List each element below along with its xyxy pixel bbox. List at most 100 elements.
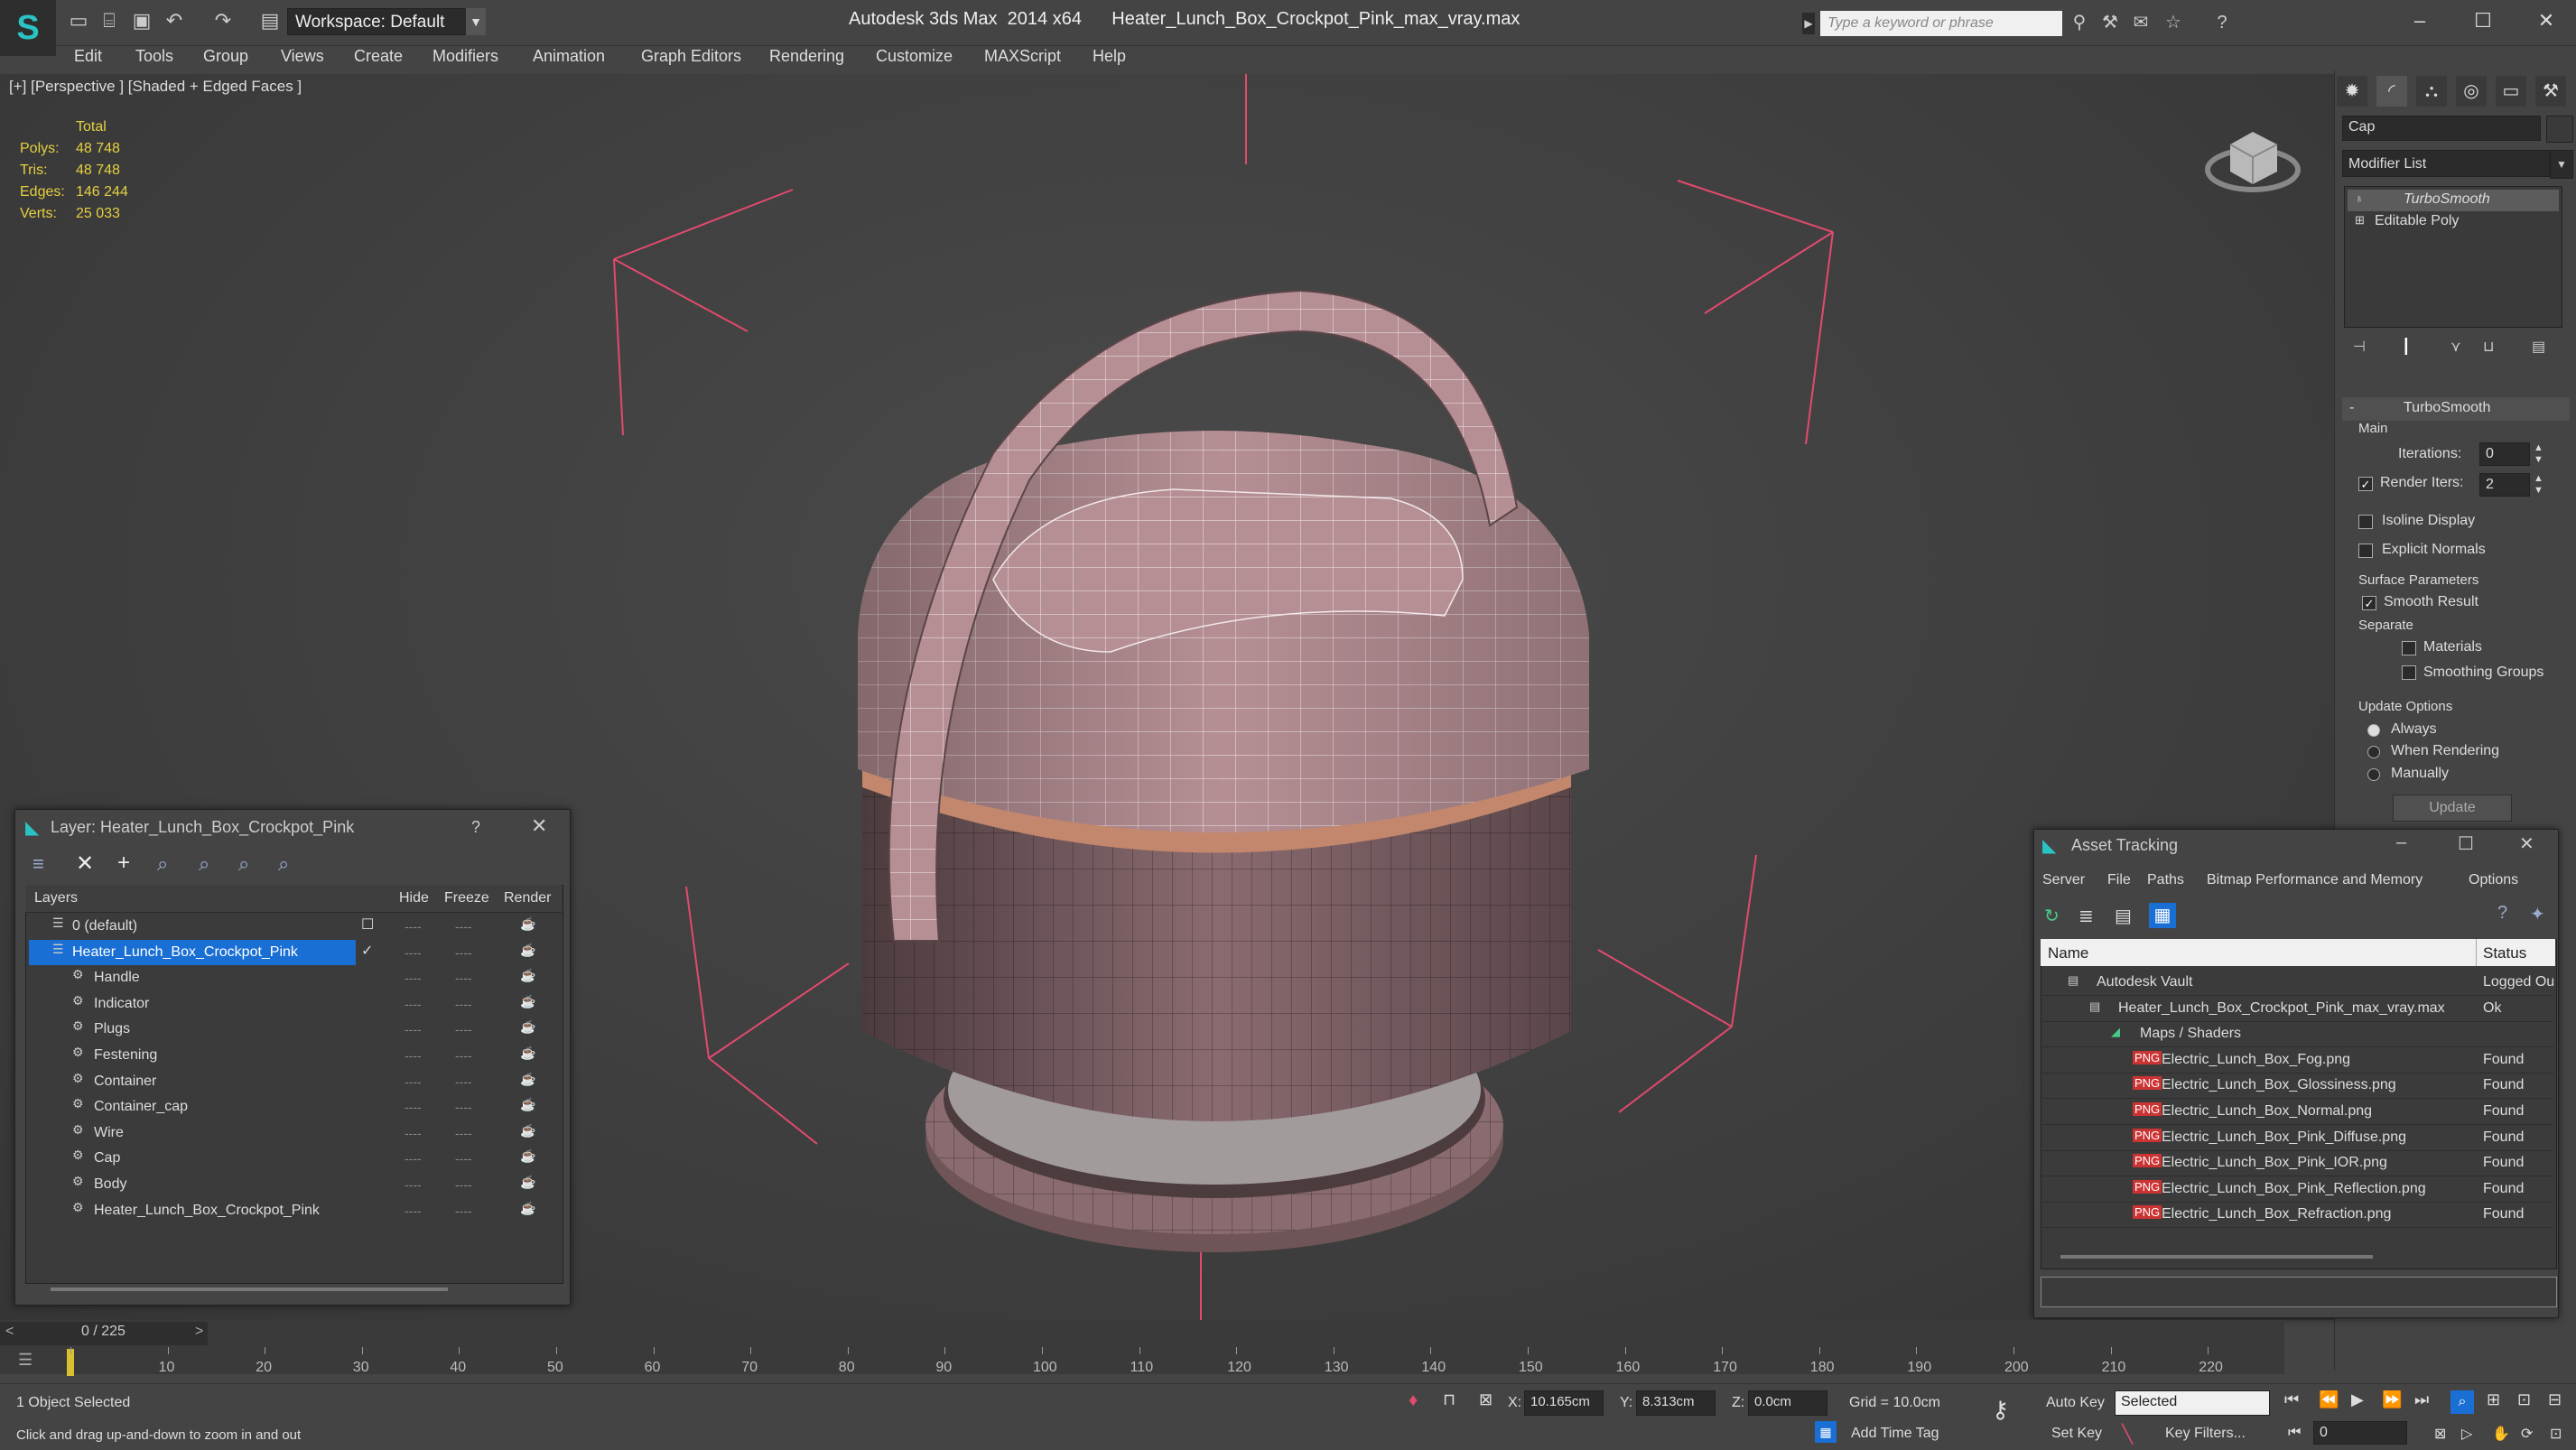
modifier-list-arrow-icon[interactable]: ▼ bbox=[2550, 150, 2573, 179]
auto-key-button[interactable]: Auto Key bbox=[2046, 1395, 2105, 1411]
search-expand-icon[interactable]: ▶ bbox=[1802, 13, 1815, 34]
freeze-toggle[interactable]: ---- bbox=[455, 1151, 472, 1166]
z-coordinate-field[interactable]: 0.0cm bbox=[1748, 1390, 1827, 1416]
manually-radio[interactable] bbox=[2367, 768, 2380, 781]
freeze-toggle[interactable]: ---- bbox=[455, 971, 472, 985]
render-teapot-icon[interactable]: ☕ bbox=[520, 1148, 535, 1164]
asset-menu-server[interactable]: Server bbox=[2042, 872, 2085, 888]
hide-toggle[interactable]: ---- bbox=[405, 1177, 422, 1192]
communication-icon[interactable]: ✉ bbox=[2127, 9, 2154, 36]
time-tag-icon[interactable]: ▦ bbox=[1815, 1421, 1837, 1443]
iterations-spinner[interactable]: 0 bbox=[2479, 442, 2530, 466]
save-icon[interactable]: ▣ bbox=[128, 7, 155, 34]
set-key-button[interactable]: Set Key bbox=[2051, 1426, 2102, 1442]
search-input[interactable]: Type a keyword or phrase bbox=[1820, 11, 2062, 36]
freeze-toggle[interactable]: ---- bbox=[455, 1204, 472, 1218]
menu-edit[interactable]: Edit bbox=[74, 47, 102, 66]
hierarchy-tab-icon[interactable]: ⛬ bbox=[2416, 76, 2447, 107]
render-teapot-icon[interactable]: ☕ bbox=[520, 1123, 535, 1139]
next-frame-icon[interactable]: ⏩ bbox=[2382, 1390, 2402, 1409]
menu-animation[interactable]: Animation bbox=[533, 47, 605, 66]
isolate-selection-icon[interactable]: ♦ bbox=[1409, 1390, 1418, 1411]
close-window-icon[interactable]: ✕ bbox=[2528, 5, 2564, 36]
current-frame-field[interactable]: 0 bbox=[2313, 1421, 2407, 1445]
go-to-end-icon[interactable]: ⏭ bbox=[2414, 1390, 2429, 1409]
asset-scrollbar[interactable] bbox=[2060, 1255, 2373, 1259]
x-coordinate-field[interactable]: 10.165cm bbox=[1524, 1390, 1604, 1416]
minimize-icon[interactable]: – bbox=[2402, 5, 2438, 36]
freeze-toggle[interactable]: ---- bbox=[455, 1022, 472, 1036]
iterations-spinner-arrows-icon[interactable]: ▲ ▼ bbox=[2534, 442, 2543, 466]
show-end-result-icon[interactable]: ┃ bbox=[2402, 338, 2411, 356]
selection-lock-icon[interactable]: ⊓ bbox=[1443, 1390, 1455, 1409]
configure-sets-icon[interactable]: ▤ bbox=[2532, 338, 2545, 356]
rollout-collapse-icon[interactable]: - bbox=[2349, 400, 2354, 416]
lightbulb-icon[interactable]: ♁ bbox=[2355, 191, 2364, 205]
hide-all-icon[interactable]: ⌕ bbox=[238, 852, 249, 876]
project-folder-icon[interactable]: ▤ bbox=[256, 7, 284, 34]
materials-checkbox[interactable] bbox=[2402, 641, 2416, 655]
remove-modifier-icon[interactable]: ⊔ bbox=[2483, 338, 2494, 356]
pin-stack-icon[interactable]: ⊣ bbox=[2353, 338, 2366, 356]
curve-editor-icon[interactable]: ☰ bbox=[18, 1351, 33, 1370]
smooth-result-checkbox[interactable]: ✓ bbox=[2362, 596, 2376, 610]
asset-col-name[interactable]: Name bbox=[2048, 944, 2088, 962]
freeze-toggle[interactable]: ---- bbox=[455, 1074, 472, 1089]
freeze-toggle[interactable]: ---- bbox=[455, 1177, 472, 1192]
col-layers[interactable]: Layers bbox=[34, 890, 78, 906]
object-name-field[interactable]: Cap bbox=[2342, 116, 2541, 141]
add-time-tag[interactable]: Add Time Tag bbox=[1851, 1426, 1939, 1442]
y-coordinate-field[interactable]: 8.313cm bbox=[1636, 1390, 1716, 1416]
time-slider-next-icon[interactable]: > bbox=[195, 1324, 203, 1340]
menu-create[interactable]: Create bbox=[354, 47, 403, 66]
set-key-mode-icon[interactable]: ⚷ bbox=[1992, 1396, 2009, 1424]
key-selection-dropdown[interactable]: Selected bbox=[2115, 1390, 2270, 1416]
smoothing-groups-checkbox[interactable] bbox=[2402, 665, 2416, 680]
stack-item-editable-poly[interactable]: Editable Poly bbox=[2375, 213, 2459, 229]
add-to-layer-icon[interactable]: + bbox=[117, 850, 130, 876]
menu-views[interactable]: Views bbox=[281, 47, 324, 66]
render-teapot-icon[interactable]: ☕ bbox=[520, 1019, 535, 1035]
asset-menu-file[interactable]: File bbox=[2107, 872, 2131, 888]
hide-toggle[interactable]: ---- bbox=[405, 1151, 422, 1166]
key-filters-button[interactable]: Key Filters... bbox=[2165, 1426, 2246, 1442]
orbit-icon[interactable]: ⟳ bbox=[2521, 1425, 2533, 1443]
render-teapot-icon[interactable]: ☕ bbox=[520, 1072, 535, 1087]
help-icon[interactable]: ? bbox=[2209, 9, 2236, 36]
previous-frame-icon[interactable]: ⏪ bbox=[2319, 1390, 2339, 1409]
render-teapot-icon[interactable]: ☕ bbox=[520, 916, 535, 932]
render-iters-spinner[interactable]: 2 bbox=[2479, 473, 2530, 497]
asset-maximize-icon[interactable]: ☐ bbox=[2458, 832, 2474, 855]
delete-layer-icon[interactable]: ✕ bbox=[76, 850, 94, 877]
viewcube-icon[interactable] bbox=[2203, 117, 2302, 199]
always-radio[interactable] bbox=[2367, 724, 2380, 737]
table-view-icon[interactable]: ▦ bbox=[2149, 903, 2176, 928]
fov-icon[interactable]: ▷ bbox=[2461, 1425, 2472, 1443]
zoom-all-icon[interactable]: ⊞ bbox=[2487, 1390, 2500, 1409]
asset-col-status[interactable]: Status bbox=[2483, 944, 2526, 962]
asset-minimize-icon[interactable]: – bbox=[2396, 832, 2407, 853]
render-teapot-icon[interactable]: ☕ bbox=[520, 994, 535, 1009]
layer-panel-help[interactable]: ? bbox=[471, 818, 481, 837]
make-unique-icon[interactable]: ⋎ bbox=[2450, 338, 2461, 356]
freeze-toggle[interactable]: ---- bbox=[455, 1126, 472, 1140]
current-layer-checkbox[interactable]: ☐ bbox=[361, 916, 374, 934]
new-layer-icon[interactable]: ≡ bbox=[33, 852, 44, 876]
undo-icon[interactable]: ↶ bbox=[161, 7, 188, 34]
time-config-icon[interactable]: ⊠ bbox=[2434, 1425, 2446, 1443]
set-key-icon[interactable]: ╲ bbox=[2122, 1423, 2133, 1445]
freeze-all-icon[interactable]: ⌕ bbox=[278, 852, 289, 876]
update-button[interactable]: Update bbox=[2393, 795, 2512, 822]
maximize-icon[interactable]: ☐ bbox=[2465, 5, 2501, 36]
render-iters-spinner-arrows-icon[interactable]: ▲ ▼ bbox=[2534, 473, 2543, 497]
explicit-normals-checkbox[interactable] bbox=[2358, 544, 2373, 558]
app-logo-icon[interactable]: S bbox=[0, 0, 56, 56]
freeze-toggle[interactable]: ---- bbox=[455, 919, 472, 934]
menu-help[interactable]: Help bbox=[1093, 47, 1126, 66]
render-iters-checkbox[interactable]: ✓ bbox=[2358, 477, 2373, 491]
asset-close-icon[interactable]: ✕ bbox=[2519, 832, 2534, 855]
workspace-dropdown[interactable]: Workspace: Default bbox=[287, 8, 479, 35]
render-teapot-icon[interactable]: ☕ bbox=[520, 1097, 535, 1112]
pan-icon[interactable]: ✋ bbox=[2492, 1425, 2510, 1443]
active-layer-checkmark-icon[interactable]: ✓ bbox=[361, 942, 373, 960]
